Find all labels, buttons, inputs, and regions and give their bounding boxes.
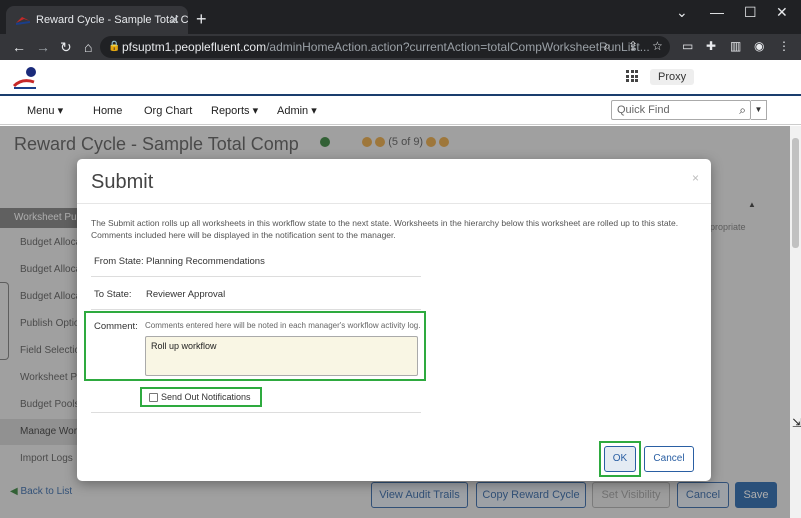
send-notifications-checkbox[interactable] [149,393,158,402]
bookmark-star-icon[interactable]: ☆ [652,39,663,53]
nav-home[interactable]: Home [93,97,122,125]
lock-icon: 🔒 [108,41,121,52]
dialog-description: The Submit action rolls up all worksheet… [91,218,679,240]
tab-close-icon[interactable]: ✕ [169,6,180,34]
extensions-icon[interactable]: ✚ [706,39,716,53]
close-window-icon[interactable]: ✕ [776,4,788,21]
nav-org-chart[interactable]: Org Chart [144,97,192,125]
to-state-label: To State: [94,289,132,300]
company-logo-icon [12,67,36,89]
maximize-icon[interactable]: ☐ [744,4,757,21]
profile-icon[interactable]: ◉ [754,39,764,53]
cast-icon[interactable]: ▭ [682,39,693,53]
divider [91,309,421,310]
chevron-down-icon[interactable]: ⌄ [676,4,688,21]
page-scrollbar[interactable] [790,126,801,518]
reward-favicon-icon [16,17,30,25]
nav-admin[interactable]: Admin ▾ [277,97,317,125]
browser-tab-bar: Reward Cycle - Sample Total Con ✕ + ⌄ — … [0,0,801,34]
more-menu-icon[interactable]: ⋮ [778,39,790,53]
nav-menu[interactable]: Menu ▾ [27,97,63,125]
new-tab-button[interactable]: + [196,6,207,32]
comment-hint: Comments entered here will be noted in e… [145,321,421,330]
nav-reports[interactable]: Reports ▾ [211,97,258,125]
send-notifications-label[interactable]: Send Out Notifications [161,392,251,402]
divider [91,412,421,413]
proxy-button[interactable]: Proxy [650,69,695,85]
share-icon[interactable]: ⇪ [628,39,638,53]
quick-find-input[interactable]: Quick Find ⌕ [611,100,751,120]
mouse-cursor-icon: ⇲ [792,416,801,430]
browser-tab[interactable]: Reward Cycle - Sample Total Con ✕ [6,6,188,34]
url-path: /adminHomeAction.action?currentAction=to… [266,40,650,54]
from-state-value: Planning Recommendations [146,256,265,267]
url-host: pfsuptm1.peoplefluent.com [122,40,267,54]
comment-label: Comment: [94,321,138,332]
forward-arrow-icon[interactable]: → [36,38,50,56]
address-bar[interactable]: 🔒 pfsuptm1.peoplefluent.com/adminHomeAct… [100,36,670,58]
caret-down-icon: ▼ [754,105,763,114]
back-arrow-icon[interactable]: ← [12,38,26,56]
from-state-label: From State: [94,256,144,267]
search-icon[interactable]: ⌕ [739,101,746,119]
divider [77,203,711,204]
minimize-icon[interactable]: — [710,4,724,20]
zoom-icon[interactable]: ⌕ [604,39,611,54]
submit-dialog: Submit × The Submit action rolls up all … [77,159,711,481]
quick-find-placeholder: Quick Find [617,104,670,116]
app-header: Proxy [0,60,801,96]
divider [91,276,421,277]
comment-textarea[interactable]: Roll up workflow [145,336,418,376]
scrollbar-thumb[interactable] [792,138,799,248]
reload-icon[interactable]: ↻ [60,38,72,56]
home-icon[interactable]: ⌂ [84,38,92,56]
close-icon[interactable]: × [692,171,699,185]
quick-find-dropdown[interactable]: ▼ [751,100,767,120]
ok-button[interactable]: OK [604,446,636,472]
to-state-value: Reviewer Approval [146,289,226,300]
apps-grid-icon[interactable] [626,70,638,82]
cancel-button[interactable]: Cancel [644,446,694,472]
dialog-title: Submit [91,171,154,193]
sidepanel-icon[interactable]: ▥ [730,39,741,53]
browser-toolbar: ← → ↻ ⌂ 🔒 pfsuptm1.peoplefluent.com/admi… [0,34,801,60]
tab-title: Reward Cycle - Sample Total Con [36,14,188,26]
main-nav: Menu ▾ Home Org Chart Reports ▾ Admin ▾ … [0,97,801,125]
